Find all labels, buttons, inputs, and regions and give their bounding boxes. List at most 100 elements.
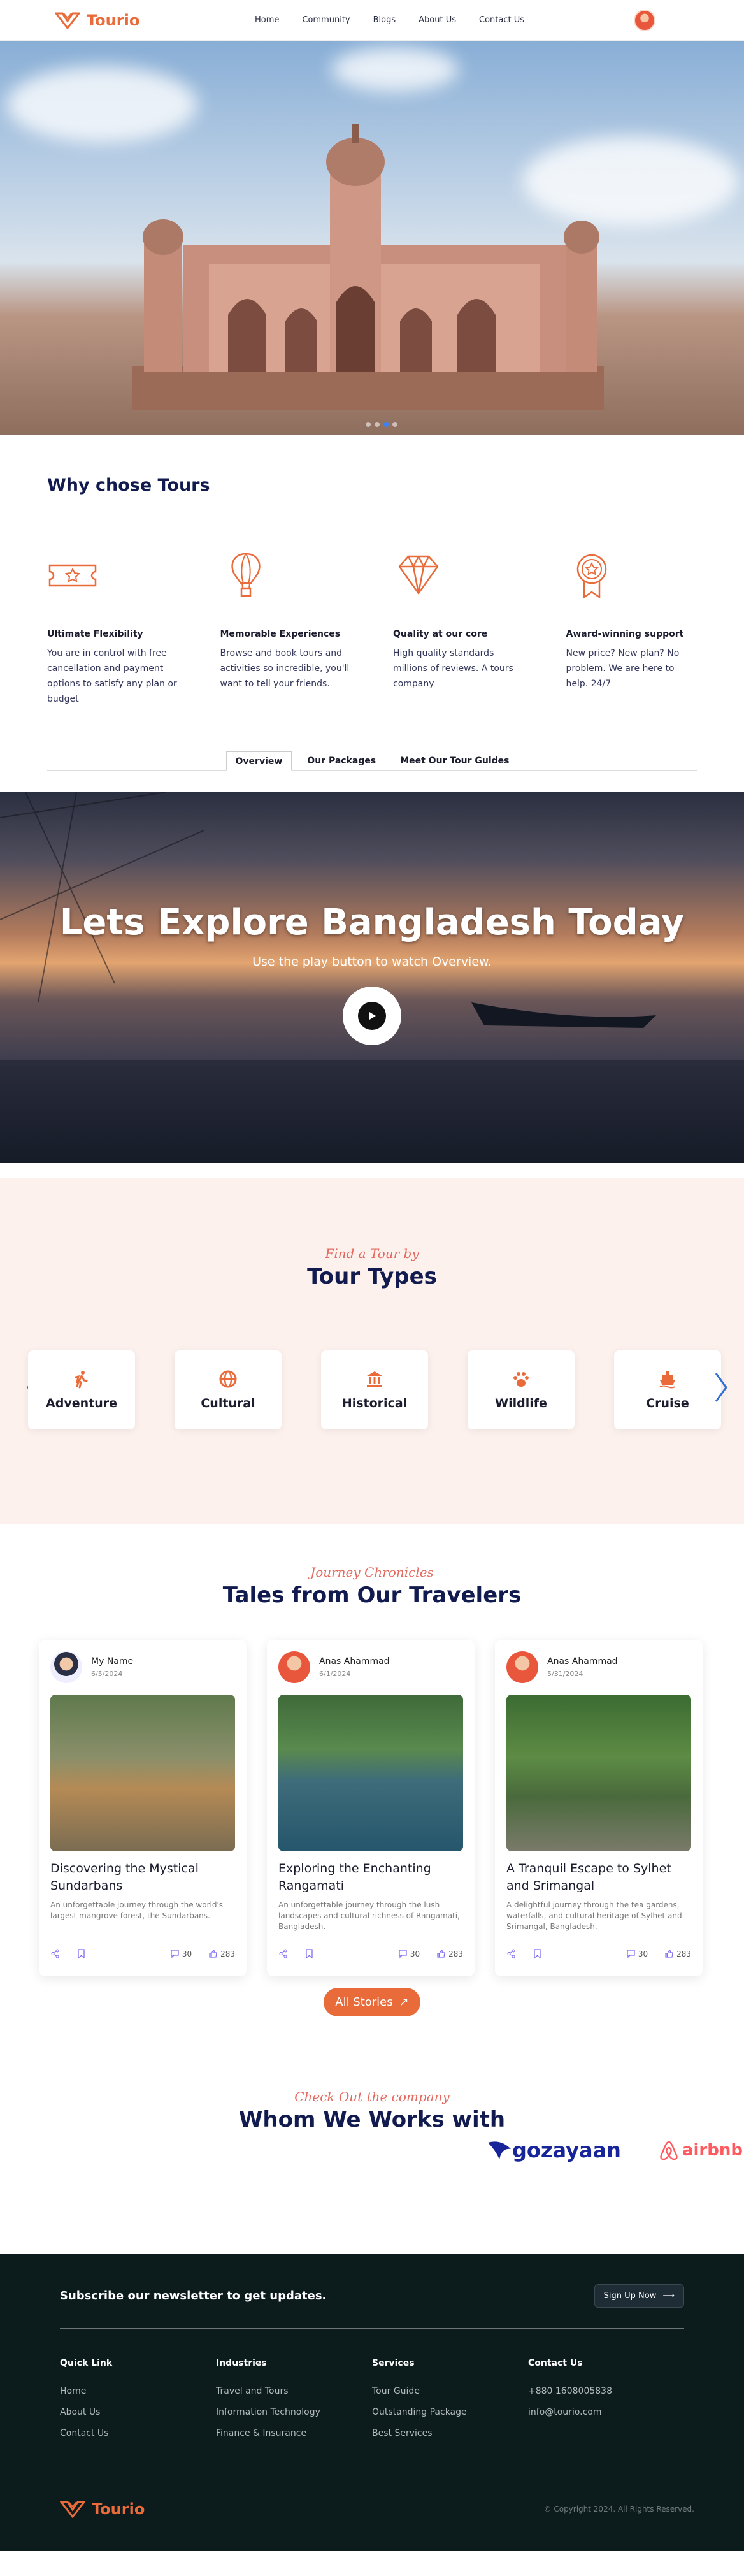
slider-dot[interactable] [366,422,371,427]
story-card[interactable]: Anas Ahammad 6/1/2024 Exploring the Encha… [267,1640,475,1976]
footer-link[interactable]: Home [60,2381,216,2402]
story-title[interactable]: A Tranquil Escape to Sylhet and Srimanga… [506,1860,691,1895]
tour-type-card[interactable]: Historical [321,1350,428,1429]
video-title: Lets Explore Bangladesh Today [59,902,685,943]
story-excerpt: An unforgettable journey through the lus… [278,1900,460,1931]
gozayaan-bird-icon [488,2141,511,2159]
partners-section: Check Out the company Whom We Works with… [0,2016,744,2254]
tour-type-card[interactable]: Cultural [175,1350,282,1429]
tour-type-label: Cruise [646,1396,689,1410]
footer-email[interactable]: info@tourio.com [528,2402,684,2423]
like-count: 283 [676,1949,691,1958]
bookmark-icon[interactable] [533,1949,542,1958]
section-title: Why chose Tours [47,475,210,495]
comment-icon[interactable] [170,1949,180,1958]
nav-community[interactable]: Community [302,15,350,25]
arrow-right-icon: ⟶ [662,2291,675,2301]
airbnb-icon [660,2141,678,2160]
share-icon[interactable] [506,1949,516,1958]
paw-icon [513,1372,529,1387]
tab-tour-guides[interactable]: Meet Our Tour Guides [391,751,518,771]
tab-overview[interactable]: Overview [225,751,292,771]
feature-title: Ultimate Flexibility [47,629,143,639]
story-title[interactable]: Discovering the Mystical Sundarbans [50,1860,235,1895]
feature-title: Memorable Experiences [220,629,341,639]
like-icon[interactable] [664,1949,674,1958]
comment-icon[interactable] [626,1949,636,1958]
slider-dot[interactable] [392,422,397,427]
video-subtitle: Use the play button to watch Overview. [252,955,492,969]
story-list: My Name 6/5/2024 Discovering the Mystical… [39,1640,705,1976]
author-avatar [278,1651,310,1683]
copyright-text: © Copyright 2024. All Rights Reserved. [543,2505,694,2514]
tour-type-label: Adventure [46,1396,117,1410]
nav-contact-us[interactable]: Contact Us [479,15,524,25]
footer-link[interactable]: Finance & Insurance [216,2423,372,2444]
footer-phone[interactable]: +880 1608005838 [528,2381,684,2402]
brand-name: Tourio [87,11,140,29]
nav-about-us[interactable]: About Us [418,15,456,25]
nav-blogs[interactable]: Blogs [373,15,396,25]
footer-column-services: Services Tour Guide Outstanding Package … [372,2358,528,2444]
top-navbar: Tourio Home Community Blogs About Us Con… [0,0,744,41]
story-title[interactable]: Exploring the Enchanting Rangamati [278,1860,463,1895]
footer-link[interactable]: Information Technology [216,2402,372,2423]
brand-logo[interactable]: Tourio [55,11,140,29]
logo-icon [55,12,80,29]
footer-link[interactable]: Travel and Tours [216,2381,372,2402]
footer-link[interactable]: About Us [60,2402,216,2423]
gozayaan-logo[interactable]: gozayaan [487,2138,621,2163]
newsletter-text: Subscribe our newsletter to get updates. [60,2289,327,2303]
play-icon [358,1002,386,1030]
tab-bar: Overview Our Packages Meet Our Tour Guid… [47,751,697,771]
tab-our-packages[interactable]: Our Packages [298,751,385,771]
slider-dot[interactable] [375,422,380,427]
globe-icon [219,1370,237,1388]
story-excerpt: An unforgettable journey through the wor… [50,1900,224,1920]
footer-bottom: Tourio © Copyright 2024. All Rights Rese… [60,2477,694,2518]
section-title: Whom We Works with [238,2107,506,2132]
footer-column-industries: Industries Travel and Tours Information … [216,2358,372,2444]
section-title: Tales from Our Travelers [222,1582,522,1608]
site-footer: Subscribe our newsletter to get updates.… [0,2254,744,2551]
like-icon[interactable] [208,1949,218,1958]
share-icon[interactable] [50,1949,60,1958]
nav-home[interactable]: Home [255,15,279,25]
hero-slider [0,41,744,435]
newsletter-bar: Subscribe our newsletter to get updates.… [60,2284,684,2329]
comment-icon[interactable] [398,1949,408,1958]
like-icon[interactable] [436,1949,446,1958]
airbnb-wordmark: airbnb [682,2141,743,2160]
footer-column-title: Quick Link [60,2358,113,2368]
sign-up-button[interactable]: Sign Up Now ⟶ [594,2284,684,2308]
diamond-icon [398,555,439,595]
author-name: Anas Ahammad [319,1656,390,1667]
footer-link[interactable]: Best Services [372,2423,528,2444]
all-stories-button[interactable]: All Stories ↗ [324,1988,420,2016]
tour-type-card[interactable]: Cruise [614,1350,721,1429]
footer-link[interactable]: Contact Us [60,2423,216,2444]
chevron-right-icon[interactable] [712,1371,730,1404]
all-stories-label: All Stories [335,1995,393,2009]
story-card[interactable]: My Name 6/5/2024 Discovering the Mystical… [39,1640,247,1976]
bookmark-icon[interactable] [304,1949,314,1958]
tour-type-card[interactable]: Adventure [28,1350,135,1429]
user-avatar[interactable] [634,10,655,31]
story-card[interactable]: Anas Ahammad 5/31/2024 A Tranquil Escape … [495,1640,703,1976]
footer-logo[interactable]: Tourio [60,2500,145,2518]
story-date: 5/31/2024 [547,1669,583,1678]
bookmark-icon[interactable] [76,1949,86,1958]
feature-text: High quality standards millions of revie… [393,648,513,689]
arrow-up-right-icon: ↗ [399,1995,409,2009]
play-button[interactable] [343,987,401,1045]
story-date: 6/5/2024 [91,1669,123,1678]
story-excerpt: A delightful journey through the tea gar… [506,1900,682,1931]
slider-dot-active[interactable] [383,422,389,427]
footer-link[interactable]: Outstanding Package [372,2402,528,2423]
footer-link[interactable]: Tour Guide [372,2381,528,2402]
tour-types-section: Find a Tour by Tour Types Adventure Cult… [0,1178,744,1524]
share-icon[interactable] [278,1949,288,1958]
tour-type-card[interactable]: Wildlife [468,1350,575,1429]
comment-count: 30 [638,1949,648,1958]
airbnb-logo[interactable]: airbnb [659,2140,743,2160]
